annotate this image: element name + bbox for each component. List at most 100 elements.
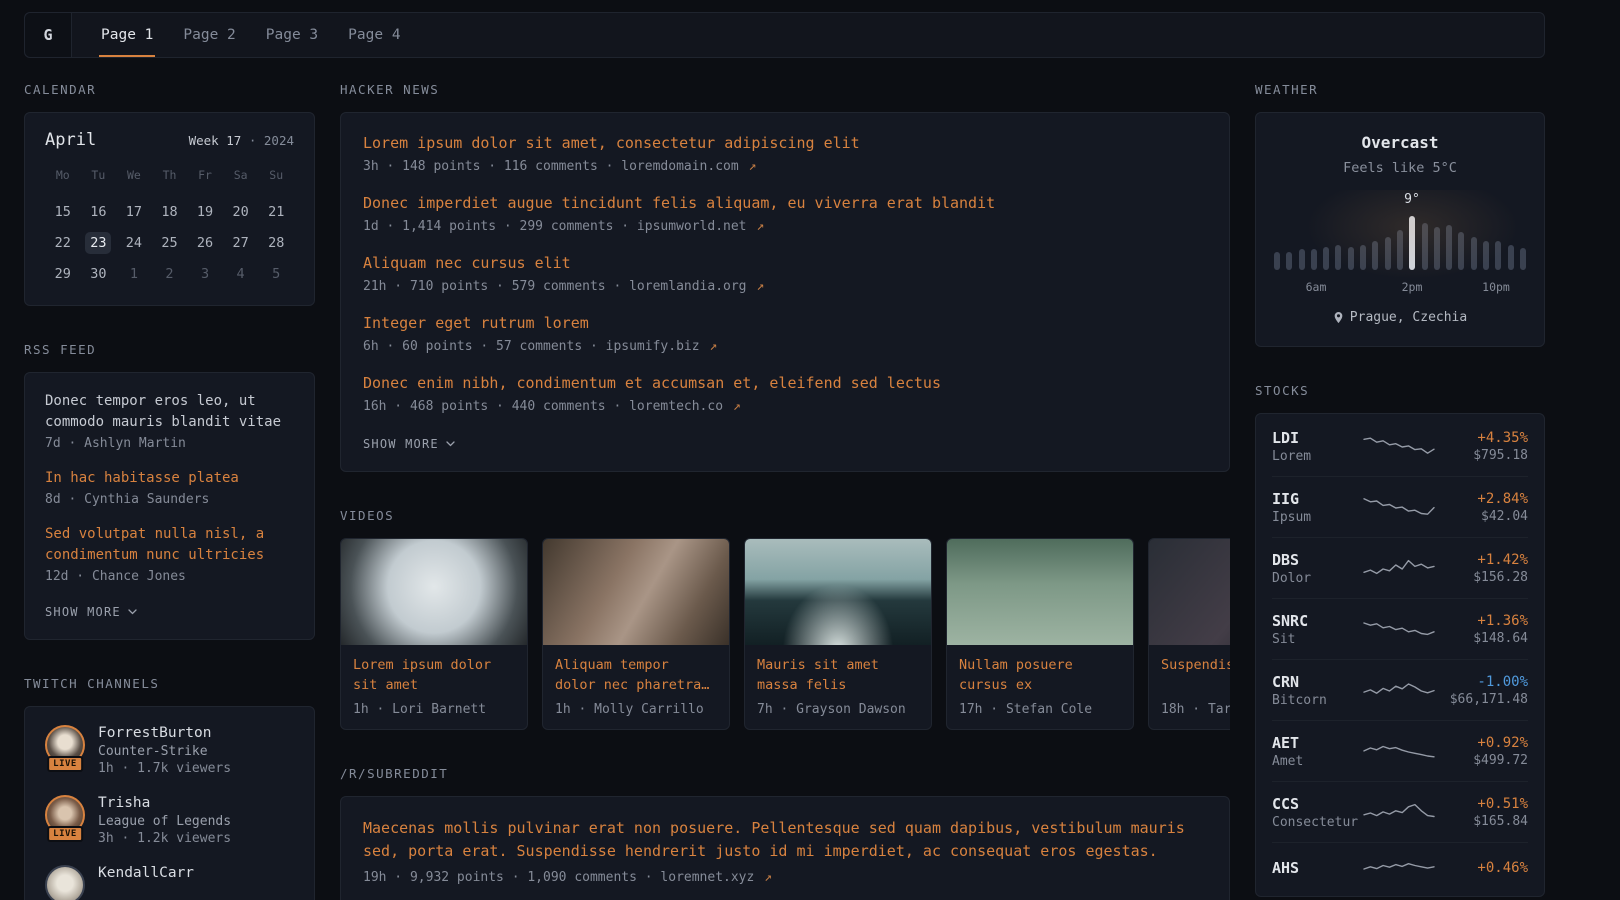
twitch-channel[interactable]: LIVE ForrestBurton Counter-Strike 1h · 1… — [45, 725, 294, 776]
video-title[interactable]: Aliquam tempor dolor nec pharetra… — [555, 655, 717, 695]
calendar-day[interactable]: 30 — [81, 258, 117, 289]
calendar-day[interactable]: 2 — [152, 258, 188, 289]
stock-row[interactable]: AETAmet +0.92%$499.72 — [1272, 720, 1528, 781]
channel-info: Trisha League of Legends 3h · 1.2k viewe… — [98, 795, 231, 846]
stock-price: $795.18 — [1444, 448, 1528, 463]
stock-price: $42.04 — [1444, 509, 1528, 524]
external-link-icon[interactable]: ↗ — [756, 279, 764, 294]
calendar-day[interactable]: 1 — [116, 258, 152, 289]
video-card[interactable]: Suspendisse diam 18h · Tara — [1148, 538, 1230, 730]
calendar-day-grid: 15 16 17 18 19 20 21 22 23 24 25 26 27 2… — [45, 196, 294, 289]
weekday-label: Mo — [45, 168, 81, 182]
tab-page-1[interactable]: Page 1 — [99, 13, 155, 57]
external-link-icon[interactable]: ↗ — [709, 339, 717, 354]
twitch-widget: TWITCH CHANNELS LIVE ForrestBurton Count… — [24, 676, 315, 900]
calendar-weekday-row: Mo Tu We Th Fr Sa Su — [45, 168, 294, 182]
stock-change: +0.92% — [1444, 735, 1528, 751]
calendar-day[interactable]: 29 — [45, 258, 81, 289]
calendar-day[interactable]: 17 — [116, 196, 152, 227]
video-card[interactable]: Nullam posuere cursus ex 17h · Stefan Co… — [946, 538, 1134, 730]
hackernews-item-meta: 6h · 60 points · 57 comments · ipsumify.… — [363, 339, 1207, 354]
twitch-channel[interactable]: KendallCarr — [45, 865, 294, 900]
video-title[interactable]: Mauris sit amet massa felis — [757, 655, 919, 695]
calendar-day[interactable]: 26 — [187, 227, 223, 258]
video-card[interactable]: Lorem ipsum dolor sit amet consectetu… 1… — [340, 538, 528, 730]
weather-location[interactable]: Prague, Czechia — [1333, 310, 1467, 325]
calendar-day[interactable]: 27 — [223, 227, 259, 258]
channel-name[interactable]: ForrestBurton — [98, 725, 231, 741]
video-meta: 7h · Grayson Dawson — [757, 702, 919, 717]
channel-avatar: LIVE — [45, 725, 85, 765]
calendar-day[interactable]: 19 — [187, 196, 223, 227]
video-thumbnail[interactable] — [1149, 539, 1230, 645]
calendar-card: April Week 17 · 2024 Mo Tu We Th Fr Sa — [24, 112, 315, 306]
current-temp-label: 9° — [1404, 192, 1420, 207]
calendar-day[interactable]: 21 — [258, 196, 294, 227]
calendar-day[interactable]: 28 — [258, 227, 294, 258]
hackernews-item-link[interactable]: Donec enim nibh, condimentum et accumsan… — [363, 373, 1207, 394]
external-link-icon[interactable]: ↗ — [733, 399, 741, 414]
video-card[interactable]: Mauris sit amet massa felis 7h · Grayson… — [744, 538, 932, 730]
app-logo[interactable]: G — [25, 13, 72, 57]
calendar-day[interactable]: 5 — [258, 258, 294, 289]
rss-item-link[interactable]: Sed volutpat nulla nisl, a condimentum n… — [45, 524, 294, 566]
channel-name[interactable]: KendallCarr — [98, 865, 194, 881]
tab-page-3[interactable]: Page 3 — [264, 13, 320, 57]
section-title-rss: RSS FEED — [24, 342, 315, 357]
twitch-channel[interactable]: LIVE Trisha League of Legends 3h · 1.2k … — [45, 795, 294, 846]
video-title[interactable]: Lorem ipsum dolor sit amet consectetu… — [353, 655, 515, 695]
stock-row[interactable]: AHS +0.46% — [1272, 842, 1528, 894]
video-thumbnail[interactable] — [341, 539, 527, 645]
calendar-day[interactable]: 18 — [152, 196, 188, 227]
tab-page-2[interactable]: Page 2 — [181, 13, 237, 57]
tab-page-4[interactable]: Page 4 — [346, 13, 402, 57]
external-link-icon[interactable]: ↗ — [764, 870, 772, 885]
external-link-icon[interactable]: ↗ — [749, 159, 757, 174]
avatar — [45, 865, 85, 900]
calendar-day[interactable]: 3 — [187, 258, 223, 289]
calendar-day[interactable]: 15 — [45, 196, 81, 227]
calendar-day[interactable]: 24 — [116, 227, 152, 258]
stock-price: $148.64 — [1444, 631, 1528, 646]
section-title-twitch: TWITCH CHANNELS — [24, 676, 315, 691]
stock-row[interactable]: LDILorem +4.35%$795.18 — [1272, 416, 1528, 476]
video-thumbnail[interactable] — [745, 539, 931, 645]
stock-row[interactable]: IIGIpsum +2.84%$42.04 — [1272, 476, 1528, 537]
stock-sparkline — [1362, 434, 1436, 460]
calendar-day-selected[interactable]: 23 — [81, 227, 117, 258]
rss-show-more-button[interactable]: SHOW MORE — [45, 601, 137, 625]
hackernews-item-link[interactable]: Aliquam nec cursus elit — [363, 253, 1207, 274]
channel-name[interactable]: Trisha — [98, 795, 231, 811]
video-card[interactable]: Aliquam tempor dolor nec pharetra… 1h · … — [542, 538, 730, 730]
calendar-day[interactable]: 4 — [223, 258, 259, 289]
video-title[interactable]: Nullam posuere cursus ex — [959, 655, 1121, 695]
section-title-stocks: STOCKS — [1255, 383, 1545, 398]
rss-card: Donec tempor eros leo, ut commodo mauris… — [24, 372, 315, 640]
rss-item-link[interactable]: Donec tempor eros leo, ut commodo mauris… — [45, 391, 294, 433]
rss-item-link[interactable]: In hac habitasse platea — [45, 468, 294, 489]
calendar-day[interactable]: 20 — [223, 196, 259, 227]
section-title-hackernews: HACKER NEWS — [340, 82, 1230, 97]
hackernews-show-more-button[interactable]: SHOW MORE — [363, 433, 455, 457]
video-thumbnail[interactable] — [543, 539, 729, 645]
hackernews-item-link[interactable]: Donec imperdiet augue tincidunt felis al… — [363, 193, 1207, 214]
stock-row[interactable]: CCSConsectetur +0.51%$165.84 — [1272, 781, 1528, 842]
video-title[interactable]: Suspendisse diam — [1161, 655, 1230, 695]
channel-info: ForrestBurton Counter-Strike 1h · 1.7k v… — [98, 725, 231, 776]
stock-row[interactable]: SNRCSit +1.36%$148.64 — [1272, 598, 1528, 659]
external-link-icon[interactable]: ↗ — [756, 219, 764, 234]
subreddit-post-link[interactable]: Maecenas mollis pulvinar erat non posuer… — [363, 817, 1207, 863]
calendar-day[interactable]: 16 — [81, 196, 117, 227]
calendar-day[interactable]: 22 — [45, 227, 81, 258]
hackernews-item: Donec imperdiet augue tincidunt felis al… — [363, 193, 1207, 234]
hackernews-item: Lorem ipsum dolor sit amet, consectetur … — [363, 133, 1207, 174]
calendar-day[interactable]: 25 — [152, 227, 188, 258]
stock-row[interactable]: CRNBitcorn -1.00%$66,171.48 — [1272, 659, 1528, 720]
hackernews-item-link[interactable]: Lorem ipsum dolor sit amet, consectetur … — [363, 133, 1207, 154]
weekday-label: Tu — [81, 168, 117, 182]
stock-row[interactable]: DBSDolor +1.42%$156.28 — [1272, 537, 1528, 598]
hackernews-item-link[interactable]: Integer eget rutrum lorem — [363, 313, 1207, 334]
weekday-label: Su — [258, 168, 294, 182]
video-thumbnail[interactable] — [947, 539, 1133, 645]
section-title-videos: VIDEOS — [340, 508, 1230, 523]
